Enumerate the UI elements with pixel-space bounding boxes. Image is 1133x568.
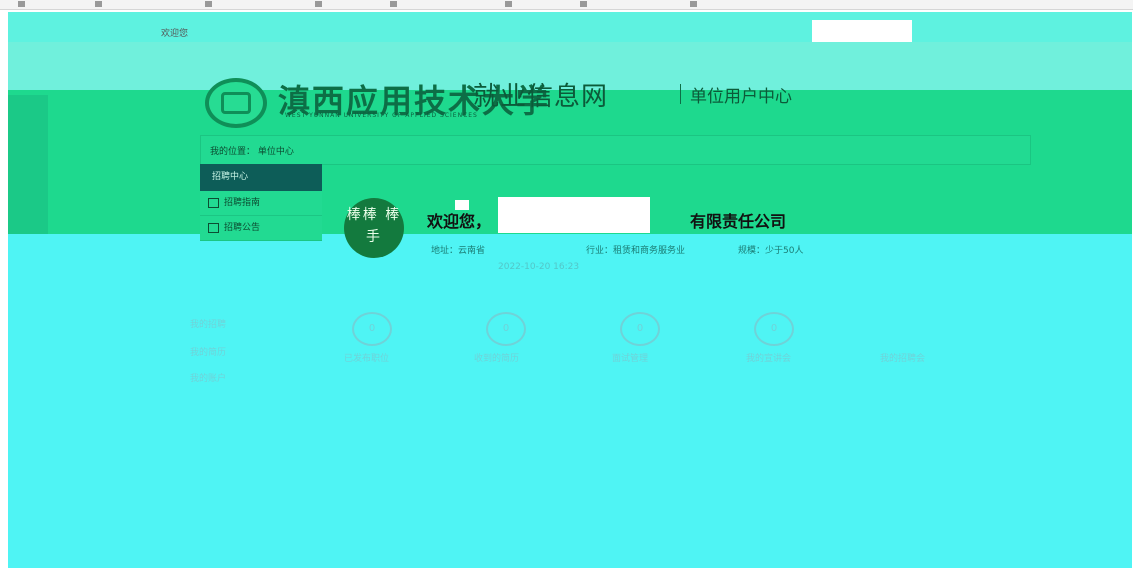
bookmark-item[interactable]: [505, 0, 515, 9]
document-icon: [208, 198, 219, 208]
company-avatar: 棒棒 棒手: [344, 198, 404, 258]
breadcrumb-text: 我的位置： 单位中心: [210, 147, 294, 157]
bookmark-icon: [95, 1, 102, 7]
university-name-en: WEST YUNNAN UNIVERSITY OF APPLIED SCIENC…: [285, 112, 478, 119]
left-link-account[interactable]: 我的账户: [190, 371, 226, 384]
university-logo[interactable]: [205, 78, 267, 128]
bookmark-icon: [390, 1, 397, 7]
bookmark-item[interactable]: [390, 0, 400, 9]
sidebar: 招聘中心 招聘指南 招聘公告: [200, 164, 322, 241]
last-login-date: 2022-10-20 16:23: [498, 262, 580, 272]
company-name-suffix: 有限责任公司: [690, 212, 787, 231]
company-address: 地址：云南省: [431, 246, 486, 256]
welcome-text: 欢迎您: [161, 29, 189, 39]
sidebar-item-label: 招聘公告: [224, 223, 261, 233]
stat-received-resumes-label[interactable]: 收到的简历: [474, 351, 519, 364]
document-icon: [208, 223, 219, 233]
left-link-resume[interactable]: 我的简历: [190, 345, 226, 358]
sidebar-header-recruitment[interactable]: 招聘中心: [200, 164, 322, 191]
site-name: 就业信息网: [473, 82, 609, 112]
bookmark-icon: [315, 1, 322, 7]
stat-posted-jobs-label[interactable]: 已发布职位: [344, 351, 389, 364]
company-industry: 行业：租赁和商务服务业: [586, 246, 686, 256]
sidebar-item-announcement[interactable]: 招聘公告: [200, 216, 322, 241]
bookmark-item[interactable]: [315, 0, 325, 9]
header-divider: [680, 84, 681, 104]
sidebar-item-guide[interactable]: 招聘指南: [200, 191, 322, 216]
company-name-redacted: [498, 197, 650, 233]
bookmark-icon: [18, 1, 25, 7]
header-band-shadow: [8, 95, 48, 234]
redaction-mask: [455, 200, 469, 210]
stat-received-resumes[interactable]: 0: [486, 312, 526, 346]
bookmarks-bar: [0, 0, 1133, 10]
sidebar-item-label: 招聘指南: [224, 198, 261, 208]
logo-emblem-icon: [221, 92, 251, 114]
bookmark-item[interactable]: [95, 0, 105, 9]
stat-job-fairs-label[interactable]: 我的招聘会: [880, 351, 925, 364]
stat-interviews-label[interactable]: 面试管理: [612, 351, 648, 364]
company-scale: 规模：少于50人: [738, 246, 804, 256]
stat-interviews[interactable]: 0: [620, 312, 660, 346]
bookmark-icon: [580, 1, 587, 7]
user-center-title: 单位用户中心: [690, 87, 792, 107]
breadcrumb: 我的位置： 单位中心: [200, 135, 1031, 165]
bookmark-icon: [205, 1, 212, 7]
left-link-recruit[interactable]: 我的招聘: [190, 317, 226, 330]
profile-welcome: 欢迎您，: [427, 212, 492, 231]
bookmark-item[interactable]: [205, 0, 215, 9]
bookmark-icon: [505, 1, 512, 7]
bookmark-icon: [690, 1, 697, 7]
stat-posted-jobs[interactable]: 0: [352, 312, 392, 346]
bookmark-item[interactable]: [690, 0, 700, 9]
bookmark-item[interactable]: [580, 0, 590, 9]
stat-presentations[interactable]: 0: [754, 312, 794, 346]
stat-presentations-label[interactable]: 我的宣讲会: [746, 351, 791, 364]
page-viewport: 欢迎您 滇西应用技术大学 WEST YUNNAN UNIVERSITY OF A…: [8, 12, 1132, 568]
top-bar: 欢迎您: [8, 12, 1132, 46]
bookmark-item[interactable]: [18, 0, 28, 9]
